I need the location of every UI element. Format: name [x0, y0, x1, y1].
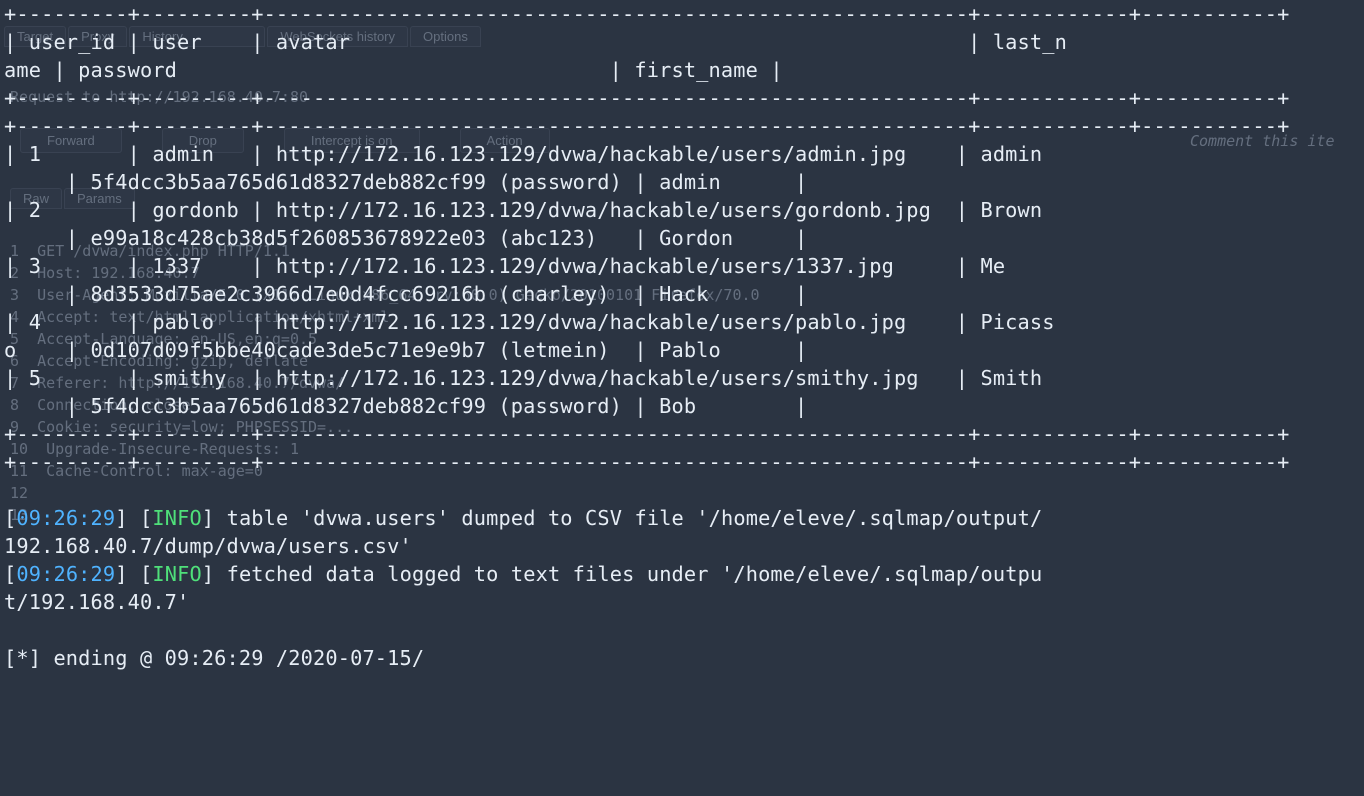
terminal-output: +---------+---------+-------------------… [0, 0, 1364, 672]
